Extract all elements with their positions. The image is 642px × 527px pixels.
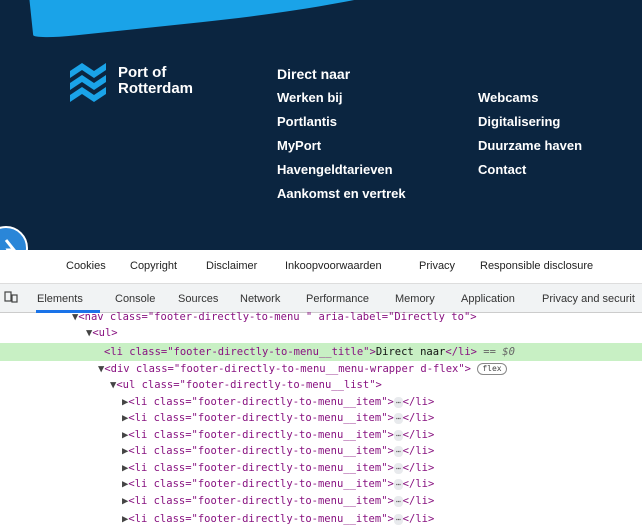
li-item-open: <li class="footer-directly-to-menu__item… (128, 429, 394, 441)
dom-node-li-item[interactable]: ▶<li class="footer-directly-to-menu__ite… (122, 427, 434, 443)
nav-link-myport[interactable]: MyPort (277, 137, 406, 161)
dom-node-li-item[interactable]: ▶<li class="footer-directly-to-menu__ite… (122, 410, 434, 426)
ellipsis-badge[interactable]: ⋯ (393, 412, 403, 424)
ul-tag: <ul> (92, 327, 118, 339)
li-item-open: <li class="footer-directly-to-menu__item… (128, 445, 394, 457)
li-title-open: <li class="footer-directly-to-menu__titl… (104, 346, 376, 358)
li-item-close: </li> (402, 412, 435, 424)
flex-badge[interactable]: flex (477, 363, 507, 375)
ellipsis-badge[interactable]: ⋯ (393, 429, 403, 441)
logo-line1: Port of (118, 64, 167, 81)
li-item-close: </li> (402, 445, 435, 457)
dom-node-li-item[interactable]: ▶<li class="footer-directly-to-menu__ite… (122, 443, 434, 459)
tab-sources[interactable]: Sources (178, 293, 218, 305)
tab-memory[interactable]: Memory (395, 293, 435, 305)
nav-link-contact[interactable]: Contact (478, 161, 582, 185)
footer-link-responsible-disclosure[interactable]: Responsible disclosure (480, 260, 593, 272)
ul-list-tag: <ul class="footer-directly-to-menu__list… (116, 379, 382, 391)
dom-node-li-item[interactable]: ▶<li class="footer-directly-to-menu__ite… (122, 476, 434, 492)
waves-logo-icon (70, 63, 106, 102)
div-wrapper-tag: <div class="footer-directly-to-menu__men… (104, 363, 471, 375)
li-item-open: <li class="footer-directly-to-menu__item… (128, 412, 394, 424)
ellipsis-badge[interactable]: ⋯ (393, 478, 403, 490)
ellipsis-badge[interactable]: ⋯ (393, 396, 403, 408)
li-item-open: <li class="footer-directly-to-menu__item… (128, 462, 394, 474)
logo-line2: Rotterdam (118, 80, 194, 97)
nav-link-havengeldtarieven[interactable]: Havengeldtarieven (277, 161, 406, 185)
li-item-close: </li> (402, 462, 435, 474)
li-item-open: <li class="footer-directly-to-menu__item… (128, 513, 394, 525)
ellipsis-badge[interactable]: ⋯ (393, 462, 403, 474)
li-item-close: </li> (402, 478, 435, 490)
li-title-text: Direct naar (375, 346, 446, 358)
nav-link-webcams[interactable]: Webcams (478, 89, 582, 113)
dom-node-li-item[interactable]: ▶<li class="footer-directly-to-menu__ite… (122, 493, 434, 509)
li-title-close: </li> (445, 346, 477, 358)
li-item-close: </li> (402, 495, 435, 507)
website-footer: Port of Rotterdam Direct naar Werken bij… (0, 0, 642, 250)
footer-link-disclaimer[interactable]: Disclaimer (206, 260, 257, 272)
tab-network[interactable]: Network (240, 293, 280, 305)
tab-console[interactable]: Console (115, 293, 155, 305)
ellipsis-badge[interactable]: ⋯ (393, 495, 403, 507)
ellipsis-badge[interactable]: ⋯ (393, 445, 403, 457)
ellipsis-badge[interactable]: ⋯ (393, 513, 403, 525)
selected-marker: == $0 (476, 346, 515, 358)
tab-privacy-and-security[interactable]: Privacy and securit (542, 293, 635, 305)
device-toolbar-icon[interactable] (4, 291, 18, 306)
dom-node-li-item[interactable]: ▶<li class="footer-directly-to-menu__ite… (122, 460, 434, 476)
nav-link-werken-bij[interactable]: Werken bij (277, 89, 406, 113)
footer-link-privacy[interactable]: Privacy (419, 260, 455, 272)
tab-performance[interactable]: Performance (306, 293, 369, 305)
dom-node-li-title[interactable]: <li class="footer-directly-to-menu__titl… (104, 344, 515, 360)
dom-node-li-item[interactable]: ▶<li class="footer-directly-to-menu__ite… (122, 511, 434, 527)
decorative-wave (28, 0, 452, 40)
elements-tree: ▼<nav class="footer-directly-to-menu " a… (0, 311, 642, 525)
nav-tag: <nav class="footer-directly-to-menu " ar… (78, 311, 477, 323)
port-of-rotterdam-logo[interactable]: Port of Rotterdam (66, 59, 193, 103)
footer-link-inkoopvoorwaarden[interactable]: Inkoopvoorwaarden (285, 260, 382, 272)
dom-node-ul[interactable]: ▼<ul> (86, 325, 118, 341)
li-item-open: <li class="footer-directly-to-menu__item… (128, 396, 394, 408)
nav-column-1: Werken bij Portlantis MyPort Havengeldta… (277, 89, 406, 209)
dom-node-nav[interactable]: ▼<nav class="footer-directly-to-menu " a… (72, 309, 477, 325)
footer-link-cookies[interactable]: Cookies (66, 260, 106, 272)
tab-application[interactable]: Application (461, 293, 515, 305)
nav-link-duurzame-haven[interactable]: Duurzame haven (478, 137, 582, 161)
logo-text: Port of Rotterdam (118, 65, 193, 97)
tab-elements[interactable]: Elements (37, 293, 83, 305)
dom-node-ul-list[interactable]: ▼<ul class="footer-directly-to-menu__lis… (110, 377, 382, 393)
li-item-open: <li class="footer-directly-to-menu__item… (128, 495, 394, 507)
footer-links-bar: Cookies Copyright Disclaimer Inkoopvoorw… (0, 250, 642, 284)
li-item-open: <li class="footer-directly-to-menu__item… (128, 478, 394, 490)
nav-link-aankomst-en-vertrek[interactable]: Aankomst en vertrek (277, 185, 406, 209)
li-item-close: </li> (402, 396, 435, 408)
footer-link-copyright[interactable]: Copyright (130, 260, 177, 272)
dom-node-li-item[interactable]: ▶<li class="footer-directly-to-menu__ite… (122, 394, 434, 410)
nav-column-2: Webcams Digitalisering Duurzame haven Co… (478, 89, 582, 185)
nav-title: Direct naar (277, 66, 351, 82)
nav-link-digitalisering[interactable]: Digitalisering (478, 113, 582, 137)
accessibility-badge-icon[interactable] (0, 226, 28, 250)
nav-link-portlantis[interactable]: Portlantis (277, 113, 406, 137)
dom-node-div-wrapper[interactable]: ▼<div class="footer-directly-to-menu__me… (98, 361, 507, 377)
li-item-close: </li> (402, 429, 435, 441)
li-item-close: </li> (402, 513, 435, 525)
